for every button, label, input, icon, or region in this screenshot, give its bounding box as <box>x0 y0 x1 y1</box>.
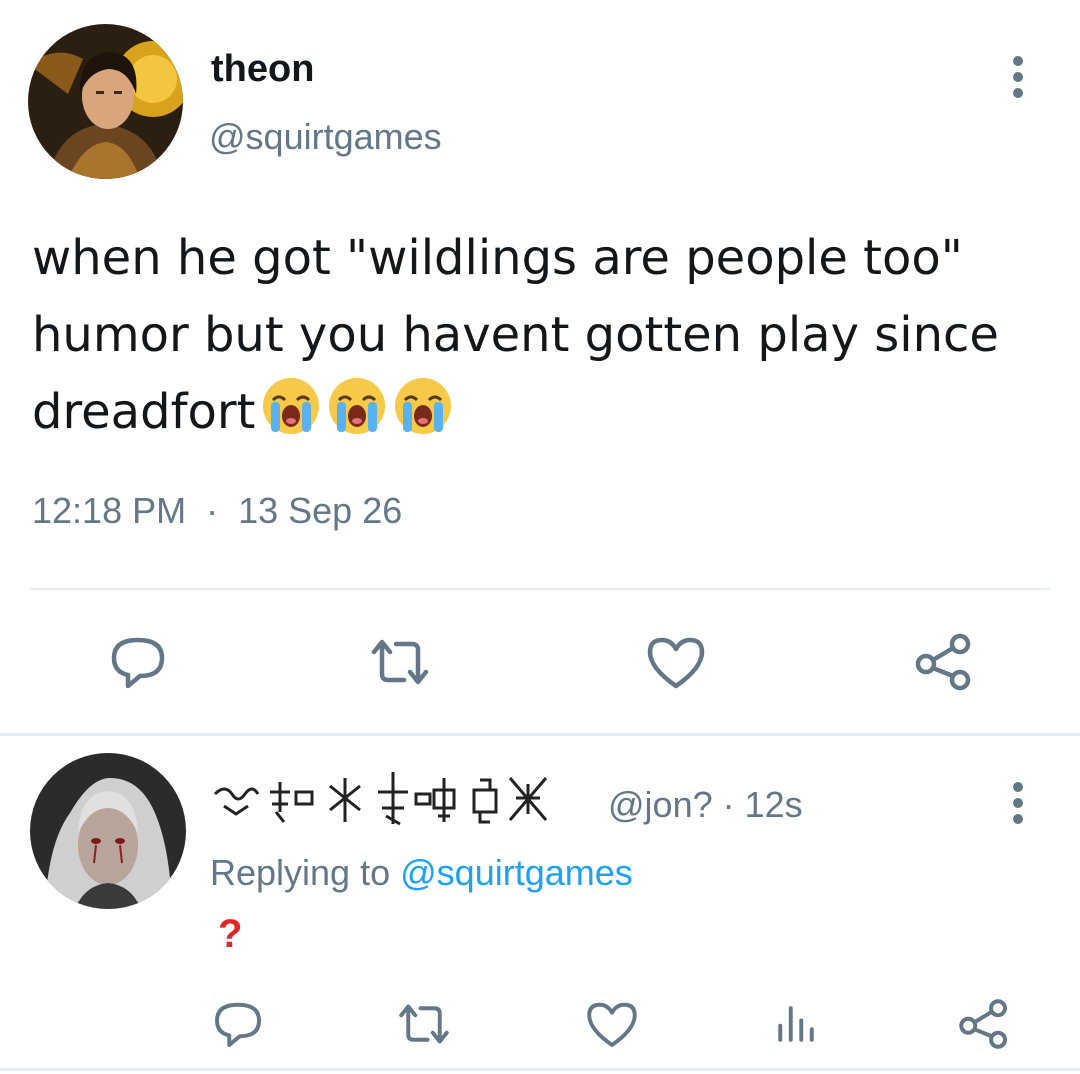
like-icon[interactable] <box>644 630 708 694</box>
display-name[interactable]: theon <box>211 48 314 91</box>
reply-meta[interactable]: @jon? · 12s <box>608 784 803 826</box>
reply-avatar[interactable] <box>30 753 186 909</box>
like-icon[interactable] <box>584 996 640 1052</box>
divider <box>0 1068 1080 1071</box>
more-options-icon[interactable] <box>998 52 1038 102</box>
share-icon[interactable] <box>912 630 976 694</box>
tweet-time: 12:18 PM <box>32 490 187 531</box>
user-handle[interactable]: @squirtgames <box>209 116 442 158</box>
loudly-crying-emoji-icon <box>327 376 387 459</box>
reply-display-name[interactable] <box>210 764 600 834</box>
divider <box>30 588 1050 590</box>
replying-to-label: Replying to <box>210 852 391 893</box>
divider <box>0 733 1080 736</box>
retweet-icon[interactable] <box>396 996 452 1052</box>
replying-to-handle-link[interactable]: @squirtgames <box>400 852 633 893</box>
retweet-icon[interactable] <box>368 630 432 694</box>
reply-handle[interactable]: @jon? · 12s <box>608 784 803 825</box>
avatar[interactable] <box>28 24 183 179</box>
reply-text: ? <box>218 912 243 956</box>
loudly-crying-emoji-icon <box>393 376 453 459</box>
tweet-timestamp[interactable]: 12:18 PM · 13 Sep 26 <box>32 490 402 532</box>
share-icon[interactable] <box>956 996 1012 1052</box>
replying-to: Replying to @squirtgames <box>210 852 633 894</box>
reply-icon[interactable] <box>106 630 170 694</box>
tweet-text: when he got "wildlings are people too" h… <box>32 220 1042 459</box>
more-options-icon[interactable] <box>998 778 1038 828</box>
analytics-icon[interactable] <box>768 996 824 1052</box>
loudly-crying-emoji-icon <box>261 376 321 459</box>
tweet-date: 13 Sep 26 <box>238 490 403 531</box>
reply-icon[interactable] <box>210 996 266 1052</box>
separator-dot: · <box>206 490 219 531</box>
tweet-text-body: when he got "wildlings are people too" h… <box>32 230 999 440</box>
